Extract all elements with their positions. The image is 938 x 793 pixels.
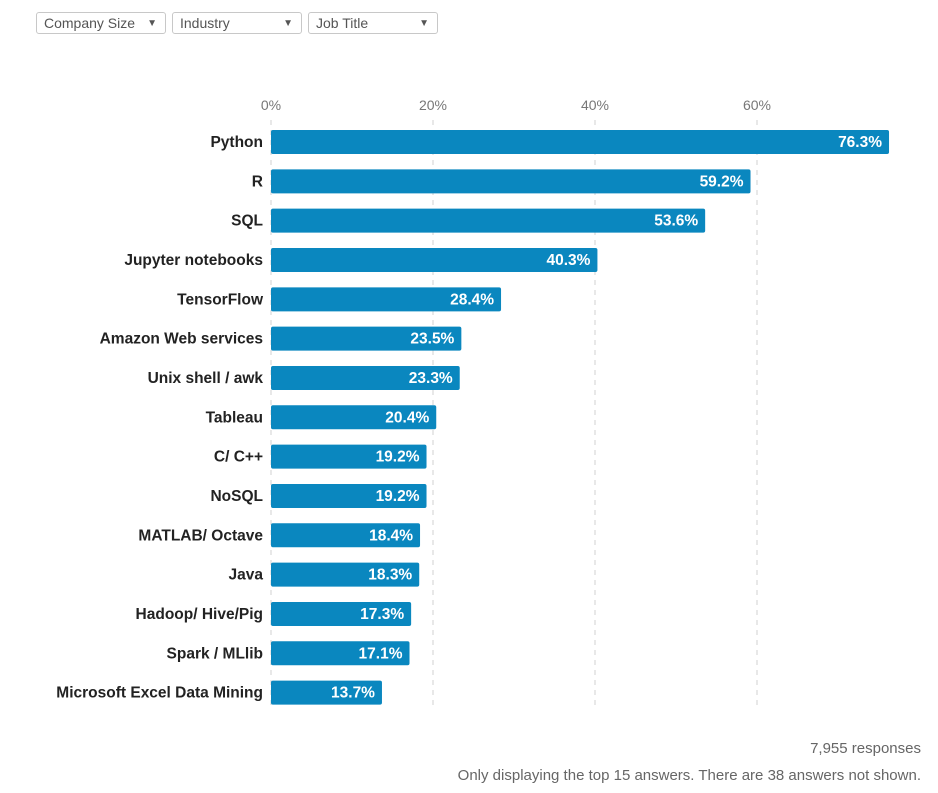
category-label: MATLAB/ Octave bbox=[138, 527, 263, 544]
category-label: Tableau bbox=[206, 409, 263, 426]
category-label: Amazon Web services bbox=[100, 331, 263, 348]
x-tick-label: 40% bbox=[581, 97, 609, 113]
data-label: 18.4% bbox=[369, 527, 413, 544]
data-label: 18.3% bbox=[368, 567, 412, 584]
bar bbox=[271, 208, 706, 233]
category-label: Spark / MLlib bbox=[167, 645, 263, 662]
x-tick-label: 20% bbox=[419, 97, 447, 113]
data-label: 17.3% bbox=[360, 606, 404, 623]
data-label: 20.4% bbox=[385, 409, 429, 426]
data-label: 19.2% bbox=[376, 488, 420, 505]
category-label: Microsoft Excel Data Mining bbox=[56, 685, 263, 702]
x-tick-label: 60% bbox=[743, 97, 771, 113]
category-label: NoSQL bbox=[210, 488, 263, 505]
category-label: Python bbox=[210, 134, 263, 151]
category-label: Java bbox=[229, 567, 264, 584]
category-label: Hadoop/ Hive/Pig bbox=[136, 606, 263, 623]
data-label: 17.1% bbox=[359, 645, 403, 662]
answers-note: Only displaying the top 15 answers. Ther… bbox=[457, 767, 921, 784]
data-label: 40.3% bbox=[546, 252, 590, 269]
bar bbox=[271, 130, 890, 154]
x-tick-label: 0% bbox=[261, 97, 281, 113]
bar bbox=[271, 169, 751, 194]
category-label: R bbox=[252, 173, 263, 190]
data-label: 59.2% bbox=[700, 173, 744, 190]
data-label: 19.2% bbox=[376, 449, 420, 466]
data-label: 23.3% bbox=[409, 370, 453, 387]
category-label: C/ C++ bbox=[214, 449, 263, 466]
category-label: Jupyter notebooks bbox=[124, 252, 263, 269]
bar-chart: 0% 20% 40% 60% Python 76.3% R 59.2% SQL 53.6% Jupy… bbox=[56, 97, 890, 705]
data-label: 53.6% bbox=[654, 213, 698, 230]
category-label: TensorFlow bbox=[177, 291, 264, 308]
category-label: SQL bbox=[231, 213, 263, 230]
responses-count: 7,955 responses bbox=[810, 740, 921, 757]
data-label: 28.4% bbox=[450, 291, 494, 308]
data-label: 76.3% bbox=[838, 134, 882, 151]
data-label: 23.5% bbox=[410, 331, 454, 348]
data-label: 13.7% bbox=[331, 685, 375, 702]
category-label: Unix shell / awk bbox=[148, 370, 264, 387]
